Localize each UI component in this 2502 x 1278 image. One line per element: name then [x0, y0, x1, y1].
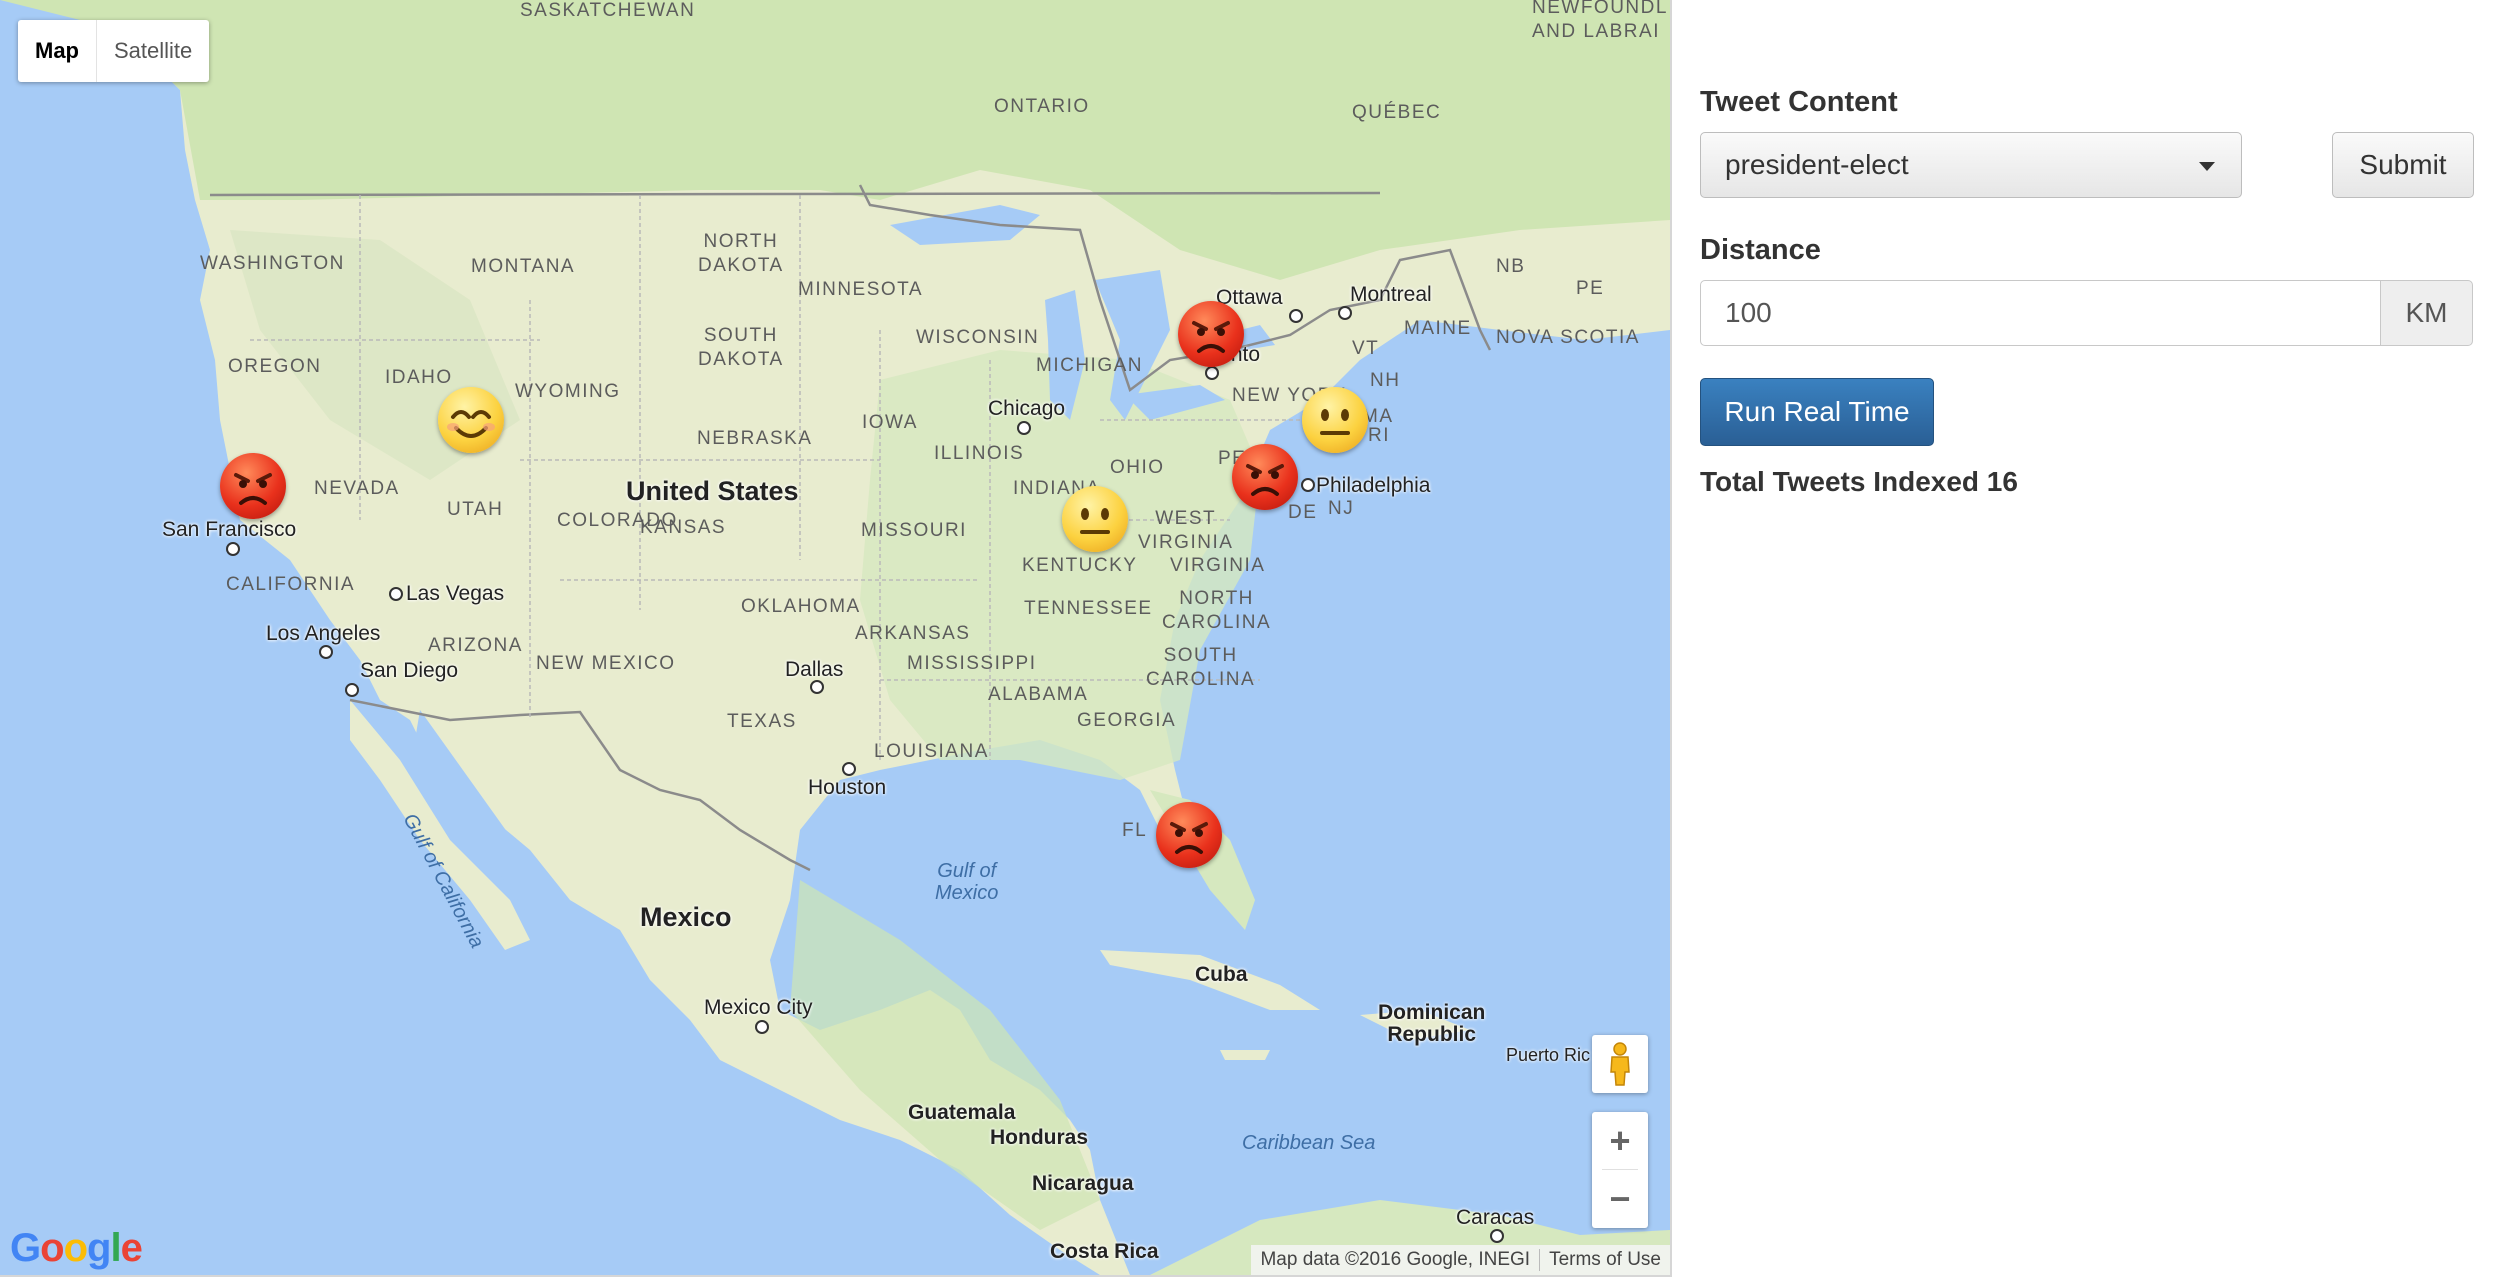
distance-unit-addon: KM: [2380, 280, 2473, 346]
neutral-face-icon: [1320, 409, 1350, 435]
city-dot: [1338, 306, 1352, 320]
city-dot: [810, 680, 824, 694]
zoom-control: + −: [1592, 1112, 1648, 1228]
distance-label: Distance: [1700, 234, 1821, 266]
total-tweets-indexed: Total Tweets Indexed 16: [1700, 466, 2018, 497]
smile-face-icon: [447, 410, 495, 438]
tweet-content-label: Tweet Content: [1700, 86, 1898, 118]
city-dot: [1289, 309, 1303, 323]
city-dot: [1490, 1229, 1504, 1243]
map-type-map-button[interactable]: Map: [18, 20, 97, 82]
submit-button[interactable]: Submit: [2332, 132, 2474, 198]
run-real-time-button[interactable]: Run Real Time: [1700, 378, 1934, 446]
angry-face-icon: [1192, 321, 1230, 353]
tweet-content-select[interactable]: president-elect: [1700, 132, 2242, 198]
neutral-face-marker[interactable]: [1062, 486, 1128, 552]
map-attribution: Map data ©2016 Google, INEGI Terms of Us…: [1251, 1245, 1670, 1275]
angry-face-marker[interactable]: [1178, 301, 1244, 367]
city-dot: [1301, 478, 1315, 492]
city-dot: [319, 645, 333, 659]
map-type-satellite-button[interactable]: Satellite: [97, 20, 209, 82]
map-type-control: Map Satellite: [18, 20, 210, 82]
angry-face-marker[interactable]: [1232, 444, 1298, 510]
neutral-face-marker[interactable]: [1302, 387, 1368, 453]
angry-face-icon: [1246, 464, 1284, 496]
map-data-credit: Map data ©2016 Google, INEGI: [1260, 1249, 1531, 1270]
google-logo[interactable]: Google: [10, 1226, 143, 1271]
angry-face-icon: [1170, 822, 1208, 854]
distance-input[interactable]: [1700, 280, 2381, 346]
terms-of-use-link[interactable]: Terms of Use: [1539, 1249, 1670, 1271]
city-dot: [755, 1020, 769, 1034]
caret-down-icon: [2199, 162, 2215, 171]
city-dot: [1017, 421, 1031, 435]
map-view[interactable]: Map Satellite SASKATCHEWAN NEWFOUNDL AND…: [0, 0, 1672, 1277]
smiling-face-marker[interactable]: [438, 387, 504, 453]
street-view-pegman-button[interactable]: [1592, 1035, 1648, 1093]
tweet-content-value: president-elect: [1725, 149, 1909, 180]
angry-face-marker[interactable]: [1156, 802, 1222, 868]
city-dot: [842, 762, 856, 776]
zoom-out-button[interactable]: −: [1592, 1170, 1648, 1227]
angry-face-marker[interactable]: [220, 453, 286, 519]
city-dot: [389, 587, 403, 601]
angry-face-icon: [234, 473, 272, 505]
zoom-in-button[interactable]: +: [1592, 1112, 1648, 1169]
neutral-face-icon: [1080, 508, 1110, 534]
city-dot: [226, 542, 240, 556]
city-dot: [1205, 366, 1219, 380]
city-dot: [345, 683, 359, 697]
map-base: [0, 0, 1670, 1275]
pegman-icon: [1610, 1042, 1630, 1086]
